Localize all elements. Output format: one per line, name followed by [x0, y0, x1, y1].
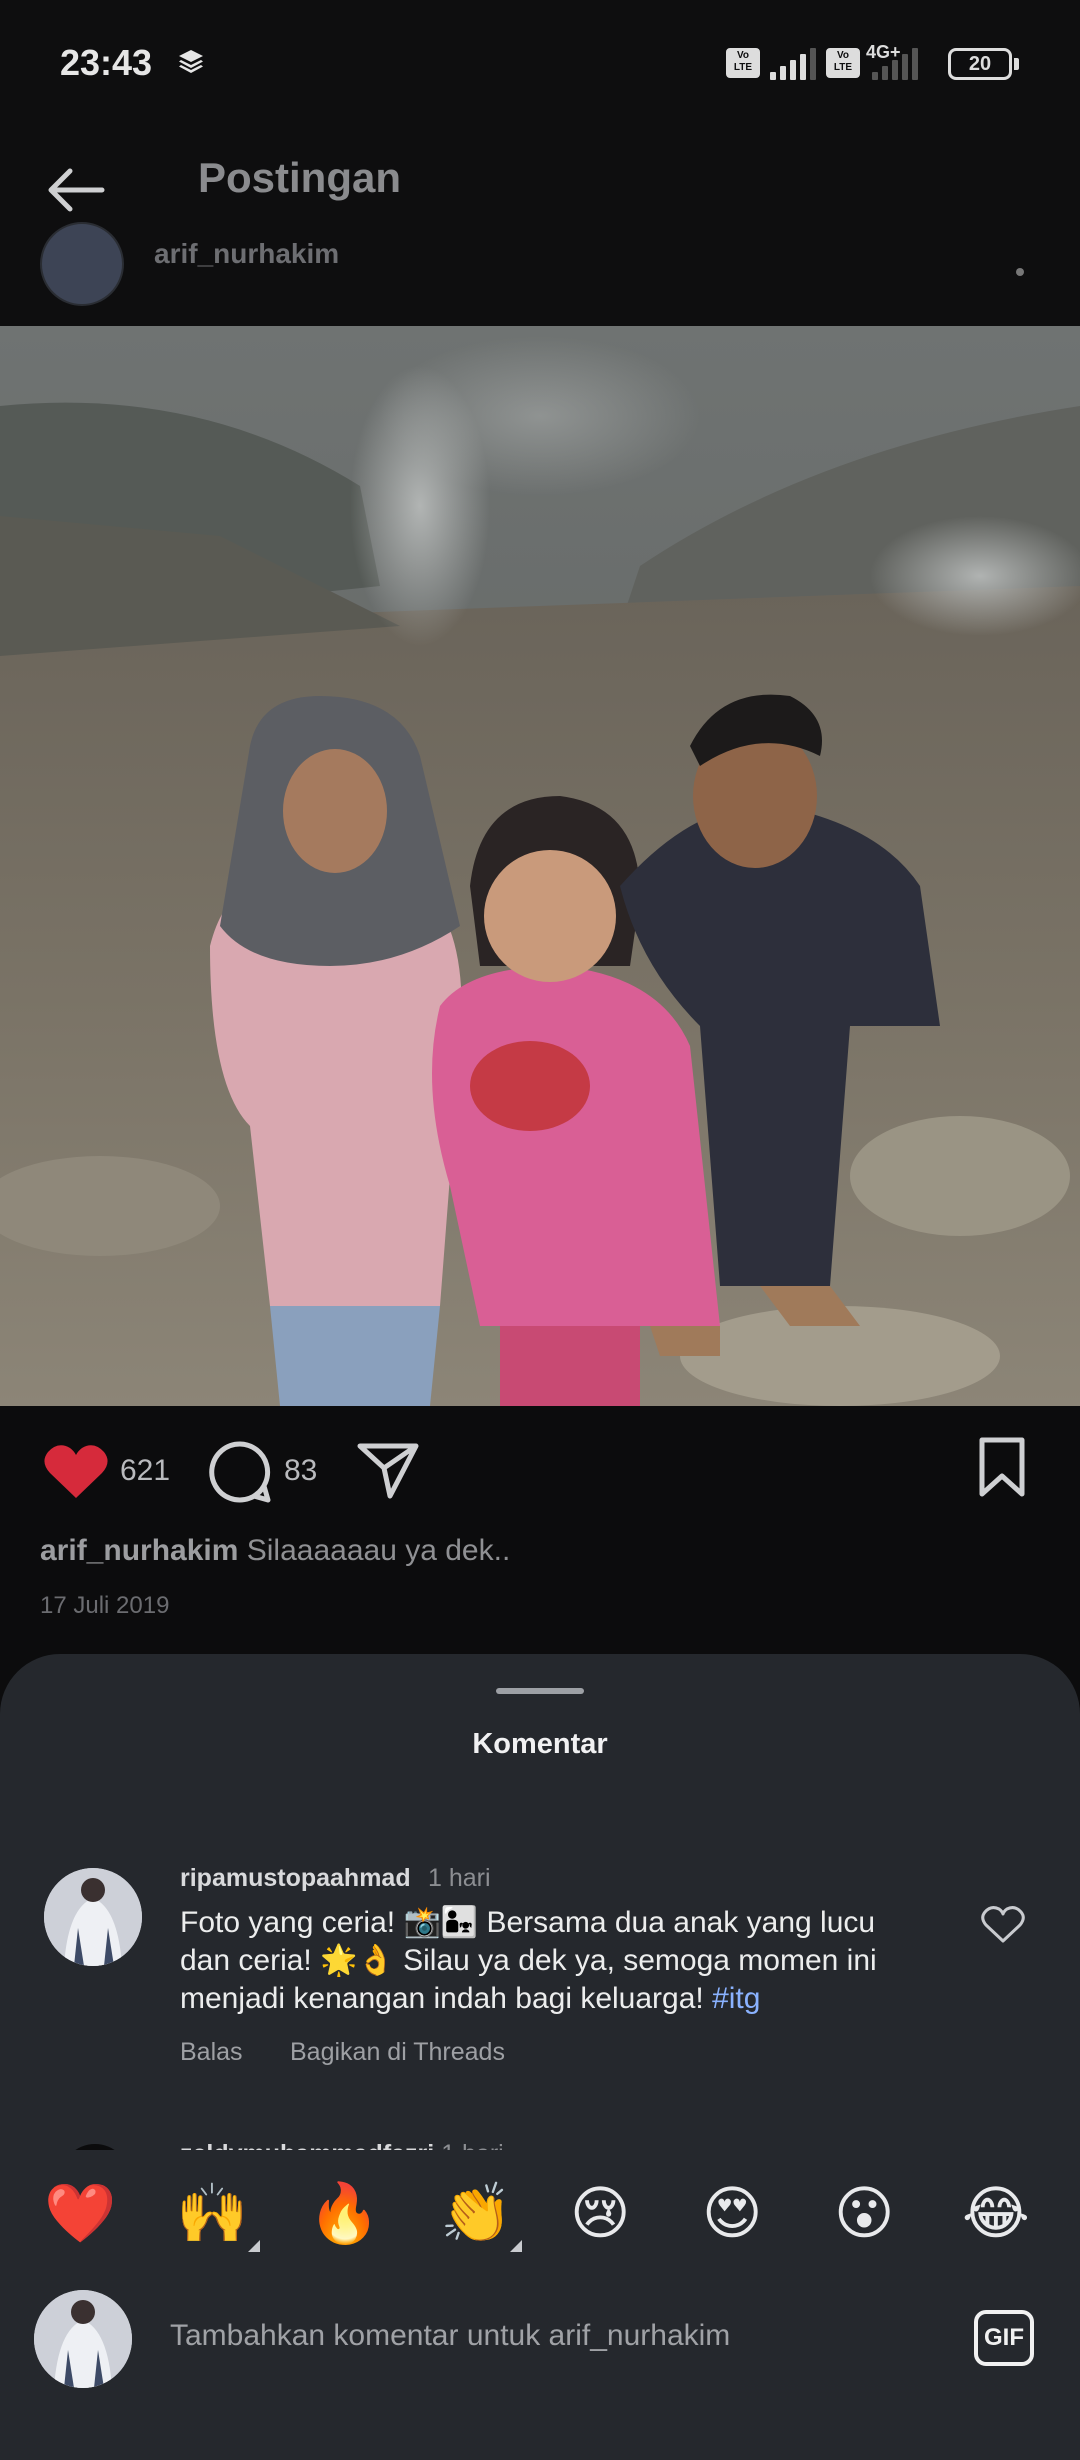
post-photo[interactable]	[0, 326, 1080, 1406]
reaction-heart-eyes[interactable]: 😍	[702, 2182, 762, 2246]
status-bar: 23:43 Vo LTE Vo LTE 4G+ 20	[0, 0, 1080, 130]
reaction-fire[interactable]: 🔥	[308, 2182, 380, 2246]
post-caption: arif_nurhakim Silaaaaaau ya dek..	[40, 1534, 510, 1568]
volte-icon: Vo LTE	[726, 48, 760, 78]
skin-tone-indicator-2	[510, 2240, 522, 2252]
battery-tip	[1014, 58, 1019, 70]
system-nav-area	[0, 2400, 1080, 2460]
reaction-heart[interactable]: ❤️	[44, 2182, 116, 2246]
my-avatar	[34, 2290, 132, 2388]
caption-username[interactable]: arif_nurhakim	[40, 1534, 238, 1567]
caption-text: Silaaaaaau ya dek..	[246, 1534, 511, 1567]
reaction-laughing[interactable]: 😂	[962, 2182, 1030, 2246]
sheet-title: Komentar	[472, 1728, 608, 1760]
comment-text: Foto yang ceria! 📸👨‍👧 Bersama dua anak y…	[180, 1904, 920, 2018]
reply-button[interactable]: Balas	[180, 2038, 243, 2067]
reaction-raised-hands[interactable]: 🙌	[176, 2182, 248, 2246]
send-icon[interactable]	[356, 1440, 420, 1500]
heart-filled-icon[interactable]	[42, 1440, 110, 1500]
page-title: Postingan	[198, 154, 402, 201]
post-actions: 621 83 arif_nurhakim Silaaaaaau ya dek..…	[0, 1406, 1080, 1656]
like-count[interactable]: 621	[120, 1454, 170, 1488]
reaction-clap[interactable]: 👏	[440, 2182, 512, 2246]
more-options-icon[interactable]	[1016, 268, 1024, 276]
battery-icon: 20	[948, 48, 1012, 80]
comment-hashtag[interactable]: #itg	[712, 1982, 760, 2015]
comment-count[interactable]: 83	[284, 1454, 317, 1488]
comment-time: 1 hari	[428, 1864, 491, 1892]
back-arrow-icon[interactable]	[44, 158, 108, 222]
skin-tone-indicator	[248, 2240, 260, 2252]
photo-illustration	[0, 326, 1080, 1406]
sheet-drag-handle[interactable]	[496, 1688, 584, 1694]
reaction-surprised[interactable]: 😮	[834, 2182, 894, 2246]
post-date: 17 Juli 2019	[40, 1592, 170, 1619]
comment-body: Foto yang ceria! 📸👨‍👧 Bersama dua anak y…	[180, 1906, 877, 2015]
clock: 23:43	[60, 42, 153, 83]
avatar-photo	[44, 1868, 142, 1966]
signal-strength-icon-2	[872, 48, 918, 80]
comment-input[interactable]	[170, 2306, 930, 2366]
share-threads-button[interactable]: Bagikan di Threads	[290, 2038, 505, 2067]
reaction-crying[interactable]: 😢	[570, 2182, 630, 2246]
author-avatar[interactable]	[40, 222, 124, 306]
bookmark-icon[interactable]	[976, 1436, 1028, 1500]
avatar-photo-2	[34, 2290, 132, 2388]
app-header: Postingan arif_nurhakim	[0, 130, 1080, 326]
heart-outline-icon[interactable]	[980, 1904, 1026, 1944]
volte-icon-2: Vo LTE	[826, 48, 860, 78]
comment-bubble-icon[interactable]	[208, 1440, 272, 1504]
author-username[interactable]: arif_nurhakim	[154, 238, 339, 270]
signal-strength-icon	[770, 48, 816, 80]
commenter-avatar[interactable]	[44, 1868, 142, 1966]
layers-icon	[179, 50, 203, 73]
quick-reactions-bar: ❤️ 🙌 🔥 👏 😢 😍 😮 😂	[0, 2150, 1080, 2270]
gif-button[interactable]: GIF	[974, 2310, 1034, 2366]
battery-level: 20	[968, 53, 992, 75]
comment-composer: GIF	[0, 2270, 1080, 2400]
comment-username[interactable]: ripamustopaahmad	[180, 1864, 411, 1893]
